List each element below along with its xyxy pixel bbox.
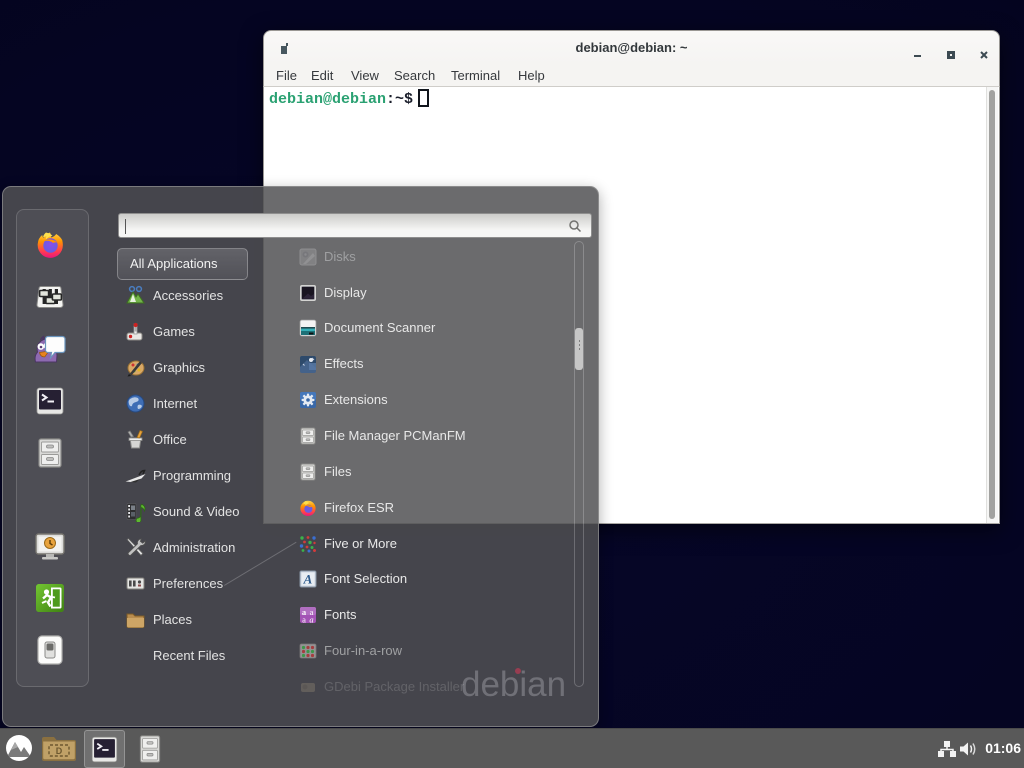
svg-text:A: A [303, 572, 313, 587]
svg-text:D: D [56, 746, 63, 756]
svg-text:a: a [309, 615, 313, 625]
svg-text:a: a [302, 615, 306, 625]
